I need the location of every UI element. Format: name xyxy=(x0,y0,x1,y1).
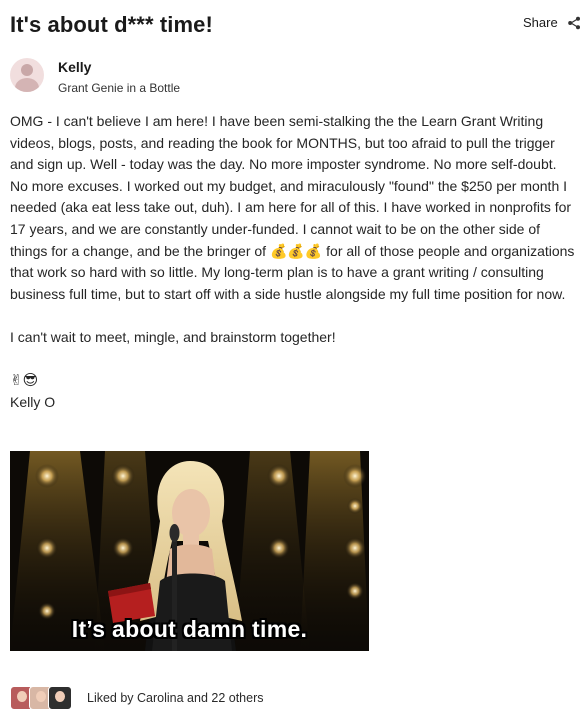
share-button[interactable]: Share xyxy=(523,15,581,30)
post-paragraph-2: I can't wait to meet, mingle, and brains… xyxy=(10,328,336,345)
liker-avatars[interactable] xyxy=(10,686,72,710)
post-title: It's about d*** time! xyxy=(10,12,213,37)
gif-caption: It’s about damn time. xyxy=(71,616,308,642)
post-gif[interactable]: It’s about damn time. xyxy=(10,451,369,651)
post-paragraph-1: OMG - I can't believe I am here! I have … xyxy=(10,113,575,302)
author-meta: Kelly Grant Genie in a Bottle xyxy=(58,55,180,96)
share-icon xyxy=(567,16,581,30)
author-block: Kelly Grant Genie in a Bottle xyxy=(10,55,180,96)
likes-text[interactable]: Liked by Carolina and 22 others xyxy=(87,691,264,705)
liker-avatar[interactable] xyxy=(48,686,72,710)
author-avatar[interactable] xyxy=(10,58,44,92)
share-label: Share xyxy=(523,15,558,30)
likes-row[interactable]: Liked by Carolina and 22 others xyxy=(10,686,264,710)
post-signature: Kelly O xyxy=(10,393,56,410)
author-role: Grant Genie in a Bottle xyxy=(58,81,181,95)
emoji-line: ✌😎 xyxy=(10,371,39,390)
post-page: It's about d*** time! Share Kelly Grant … xyxy=(0,0,588,724)
author-name[interactable]: Kelly xyxy=(58,59,180,76)
post-body: OMG - I can't believe I am here! I have … xyxy=(10,111,578,413)
